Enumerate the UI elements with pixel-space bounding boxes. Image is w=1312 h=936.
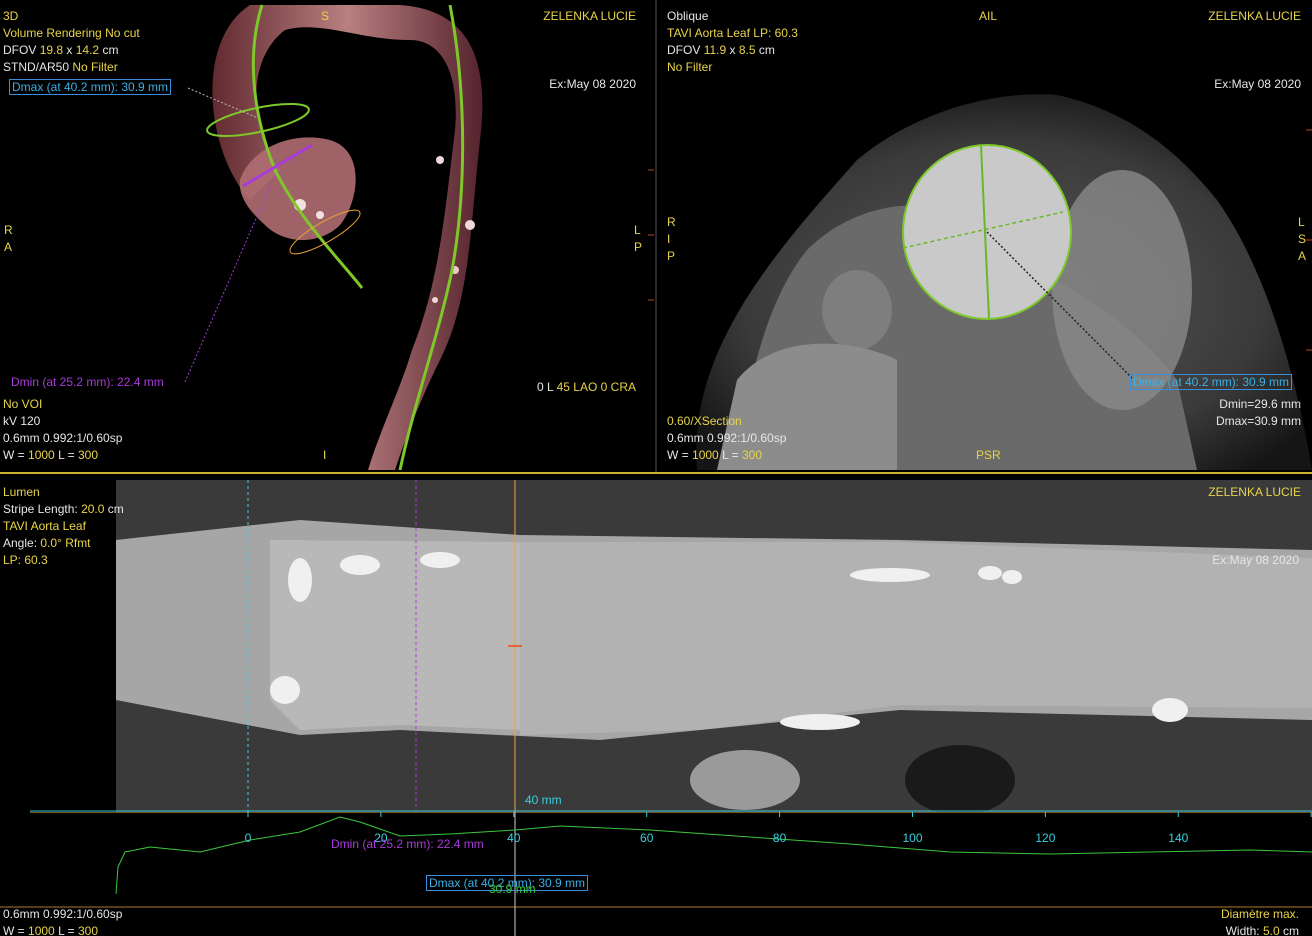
vr-kv: kV 120 bbox=[3, 414, 41, 428]
lumen-lp: LP: 60.3 bbox=[3, 553, 48, 567]
oblique-dfov: DFOV 11.9 x 8.5 cm bbox=[667, 43, 775, 57]
graph-window-level: W = 1000 L = 300 bbox=[3, 924, 99, 936]
lumen-overlay-top-left: Lumen Stripe Length: 20.0 cm TAVI Aorta … bbox=[3, 484, 124, 569]
graph-tick-label: 0 bbox=[245, 831, 252, 845]
lumen-title: Lumen bbox=[3, 485, 40, 499]
lumen-series: TAVI Aorta Leaf bbox=[3, 519, 86, 533]
diameter-profile-plot: 02040608010012014016 bbox=[0, 812, 1312, 936]
graph-overlay-bottom-left: 0.6mm 0.992:1/0.60sp W = 1000 L = 300 bbox=[3, 906, 122, 936]
vr-patient-name: ZELENKA LUCIE bbox=[543, 9, 636, 23]
lumen-stripe-length: Stripe Length: 20.0 cm bbox=[3, 502, 124, 516]
oblique-orient-right-3: A bbox=[1298, 249, 1307, 263]
vr-window-level: W = 1000 L = 300 bbox=[3, 448, 99, 462]
viewport-oblique[interactable]: Oblique TAVI Aorta Leaf LP: 60.3 DFOV 11… bbox=[657, 0, 1312, 470]
oblique-filter: No Filter bbox=[667, 60, 713, 74]
oblique-overlay-bottom-left: 0.60/XSection 0.6mm 0.992:1/0.60sp W = 1… bbox=[667, 413, 786, 464]
oblique-window-level: W = 1000 L = 300 bbox=[667, 448, 763, 462]
vr-overlay-top-left: 3D Volume Rendering No cut DFOV 19.8 x 1… bbox=[3, 8, 140, 76]
graph-recon: 0.6mm 0.992:1/0.60sp bbox=[3, 907, 123, 921]
diameter-graph[interactable]: 02040608010012014016 Dmin (at 25.2 mm): … bbox=[0, 812, 1312, 936]
lumen-angle: Angle: 0.0° Rfmt bbox=[3, 536, 91, 550]
oblique-orient-top: AIL bbox=[979, 9, 998, 23]
oblique-orient-right-1: L bbox=[1298, 215, 1305, 229]
vr-view-angle: 0 L 45 LAO 0 CRA bbox=[537, 380, 636, 394]
oblique-orient-bottom: PSR bbox=[976, 448, 1001, 462]
graph-metric: Diamètre max. bbox=[1220, 907, 1299, 921]
vr-dfov: DFOV 19.8 x 14.2 cm bbox=[3, 43, 119, 57]
oblique-xsection: 0.60/XSection bbox=[667, 414, 742, 428]
vr-title: 3D bbox=[3, 9, 19, 23]
vr-orient-right-2: P bbox=[634, 240, 643, 254]
oblique-title: Oblique bbox=[667, 9, 709, 23]
viewport-lumen[interactable]: Lumen Stripe Length: 20.0 cm TAVI Aorta … bbox=[0, 480, 1312, 812]
vr-overlay-bottom-left: No VOI kV 120 0.6mm 0.992:1/0.60sp W = 1… bbox=[3, 396, 122, 464]
vr-dmin-annotation[interactable]: Dmin (at 25.2 mm): 22.4 mm bbox=[11, 374, 164, 391]
oblique-orient-right-2: S bbox=[1298, 232, 1307, 246]
lumen-patient-name: ZELENKA LUCIE bbox=[1208, 485, 1301, 499]
vr-mode: Volume Rendering No cut bbox=[3, 26, 140, 40]
oblique-dmax-annotation[interactable]: Dmax (at 40.2 mm): 30.9 mm bbox=[1130, 374, 1293, 390]
lumen-exam-date: Ex:May 08 2020 bbox=[1212, 553, 1299, 567]
vr-filter: STND/AR50 No Filter bbox=[3, 60, 118, 74]
graph-tick-label: 100 bbox=[902, 831, 922, 845]
vr-dmax-annotation[interactable]: Dmax (at 40.2 mm): 30.9 mm bbox=[9, 79, 172, 95]
graph-tick-label: 120 bbox=[1035, 831, 1055, 845]
oblique-dmax-value: Dmax=30.9 mm bbox=[1215, 414, 1301, 428]
graph-tick-label: 60 bbox=[640, 831, 654, 845]
oblique-recon: 0.6mm 0.992:1/0.60sp bbox=[667, 431, 787, 445]
vr-orient-bottom: I bbox=[323, 448, 327, 462]
graph-overlay-bottom-right: Diamètre max. Width: 5.0 cm bbox=[1221, 906, 1299, 936]
oblique-overlay-top-left: Oblique TAVI Aorta Leaf LP: 60.3 DFOV 11… bbox=[667, 8, 798, 76]
oblique-orient-left-2: I bbox=[667, 232, 671, 246]
oblique-orient-left-3: P bbox=[667, 249, 676, 263]
graph-cursor-value: 30.9 mm bbox=[489, 882, 536, 896]
pane-divider-horizontal[interactable] bbox=[0, 472, 1312, 474]
oblique-series: TAVI Aorta Leaf LP: 60.3 bbox=[667, 26, 798, 40]
oblique-exam-date: Ex:May 08 2020 bbox=[1214, 77, 1301, 91]
vr-orient-top: S bbox=[321, 9, 330, 23]
graph-dmin-annotation[interactable]: Dmin (at 25.2 mm): 22.4 mm bbox=[331, 836, 484, 853]
vr-orient-left-2: A bbox=[4, 240, 13, 254]
oblique-orient-left-1: R bbox=[667, 215, 676, 229]
lumen-ct-image bbox=[30, 480, 1312, 812]
oblique-dmin-value: Dmin=29.6 mm bbox=[1219, 397, 1301, 411]
oblique-patient-name: ZELENKA LUCIE bbox=[1208, 9, 1301, 23]
graph-width: Width: 5.0 cm bbox=[1225, 924, 1299, 936]
vr-exam-date: Ex:May 08 2020 bbox=[549, 77, 636, 91]
graph-tick-label: 40 bbox=[507, 831, 521, 845]
vr-recon: 0.6mm 0.992:1/0.60sp bbox=[3, 431, 123, 445]
graph-tick-label: 80 bbox=[773, 831, 787, 845]
lumen-cursor-marker: 40 mm bbox=[525, 793, 562, 807]
vr-orient-right-1: L bbox=[634, 223, 641, 237]
viewport-3d[interactable]: 3D Volume Rendering No cut DFOV 19.8 x 1… bbox=[0, 0, 654, 470]
graph-tick-label: 140 bbox=[1168, 831, 1188, 845]
vr-orient-left-1: R bbox=[4, 223, 13, 237]
vr-voi: No VOI bbox=[3, 397, 43, 411]
